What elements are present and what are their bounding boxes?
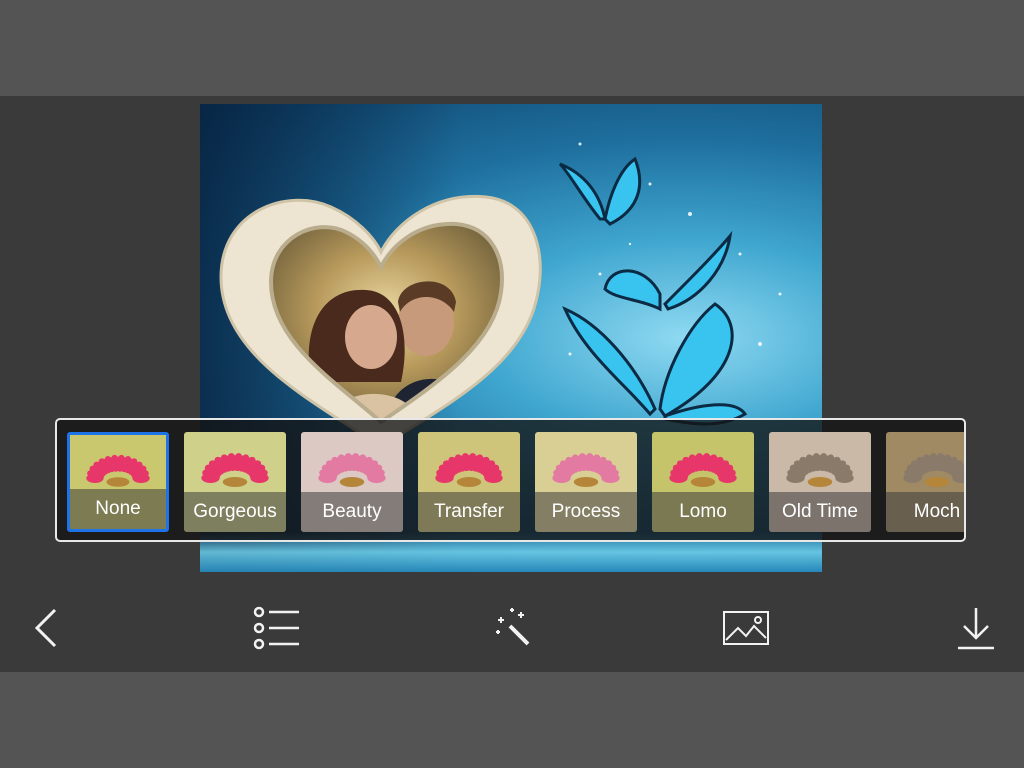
bottom-toolbar <box>0 582 1024 672</box>
top-band <box>0 0 1024 96</box>
frames-list-button[interactable] <box>248 602 304 654</box>
filter-label: Gorgeous <box>184 492 286 532</box>
filter-old-time[interactable]: Old Time <box>769 432 871 532</box>
gallery-button[interactable] <box>718 602 774 654</box>
effects-button[interactable] <box>484 602 540 654</box>
filter-none[interactable]: None <box>67 432 169 532</box>
filter-label: Old Time <box>769 492 871 532</box>
filter-label: Moch <box>886 492 964 532</box>
filter-transfer[interactable]: Transfer <box>418 432 520 532</box>
butterflies-decoration <box>558 142 782 426</box>
filter-label: Lomo <box>652 492 754 532</box>
filter-lomo[interactable]: Lomo <box>652 432 754 532</box>
download-icon <box>958 608 994 650</box>
list-icon <box>253 606 299 650</box>
heart-frame <box>219 194 542 449</box>
back-button[interactable] <box>18 602 74 654</box>
magic-wand-icon <box>496 608 530 646</box>
filter-beauty[interactable]: Beauty <box>301 432 403 532</box>
image-icon <box>723 611 769 645</box>
save-button[interactable] <box>948 602 1004 654</box>
filter-process[interactable]: Process <box>535 432 637 532</box>
filter-label: Process <box>535 492 637 532</box>
filter-label: Transfer <box>418 492 520 532</box>
filter-label: None <box>70 489 166 529</box>
bottom-band <box>0 672 1024 768</box>
filter-moch[interactable]: Moch <box>886 432 964 532</box>
filter-gorgeous[interactable]: Gorgeous <box>184 432 286 532</box>
filter-strip[interactable]: None Gorgeous Beauty Transfer Process Lomo Old… <box>55 418 966 542</box>
filter-label: Beauty <box>301 492 403 532</box>
back-icon <box>34 608 57 648</box>
